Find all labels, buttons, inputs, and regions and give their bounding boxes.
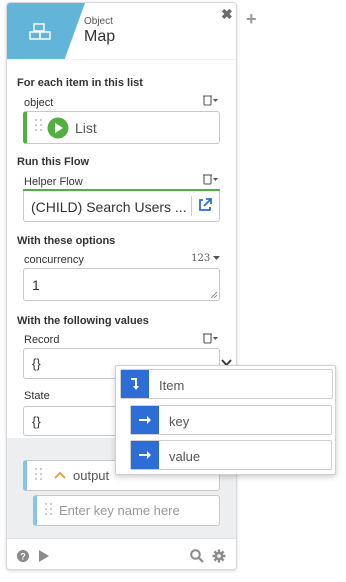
arrow-down-icon	[121, 370, 149, 398]
chevron-up-icon[interactable]	[54, 471, 66, 479]
external-link-icon[interactable]	[197, 197, 213, 213]
help-icon[interactable]: ?	[17, 550, 29, 562]
state-label: State	[24, 390, 50, 402]
popup-item-value[interactable]: value	[130, 440, 332, 470]
output-key-input[interactable]: Enter key name here	[33, 495, 220, 526]
popup-item-label: key	[169, 414, 190, 429]
resize-handle-icon[interactable]	[210, 291, 217, 298]
trash-icon[interactable]	[202, 173, 220, 185]
node-footer: ?	[7, 538, 236, 569]
concurrency-input[interactable]: 1	[23, 268, 220, 301]
drag-handle-icon[interactable]	[35, 468, 43, 482]
drag-handle-icon[interactable]	[35, 119, 43, 133]
state-value: {}	[32, 414, 41, 429]
svg-text:?: ?	[20, 551, 26, 561]
node-type-label: Object	[84, 16, 113, 27]
options-section-title: With these options	[17, 235, 116, 247]
drag-handle-icon[interactable]	[45, 503, 53, 517]
play-icon[interactable]	[47, 117, 69, 139]
record-value: {}	[32, 356, 41, 371]
helper-flow-select[interactable]: (CHILD) Search Users ...	[23, 191, 220, 222]
popup-item-item[interactable]: Item	[120, 369, 333, 399]
number-type-label: 123	[191, 253, 211, 264]
object-field-label: object	[24, 97, 54, 109]
list-input[interactable]: List	[23, 111, 220, 144]
gear-icon[interactable]	[212, 549, 226, 563]
chevron-down-icon	[213, 99, 218, 102]
node-header: Object Map ✖	[7, 3, 236, 59]
node-title: Map	[84, 28, 116, 45]
object-field-controls[interactable]	[202, 94, 220, 109]
close-icon[interactable]: ✖	[221, 6, 233, 23]
chevron-down-icon	[213, 178, 218, 181]
add-icon[interactable]: +	[246, 9, 257, 30]
popup-item-label: value	[169, 449, 201, 464]
concurrency-value: 1	[32, 277, 40, 293]
search-icon[interactable]	[190, 549, 204, 563]
divider	[191, 196, 192, 216]
list-section-title: For each item in this list	[17, 77, 143, 89]
map-node-card: Object Map ✖ For each item in this list …	[6, 2, 237, 570]
object-icon	[29, 23, 51, 40]
helper-flow-value: (CHILD) Search Users ...	[31, 199, 187, 215]
arrow-right-icon	[131, 441, 159, 469]
record-controls[interactable]	[202, 332, 220, 347]
record-label: Record	[24, 334, 60, 346]
flow-section-title: Run this Flow	[17, 156, 90, 168]
popup-item-key[interactable]: key	[130, 405, 332, 435]
arrow-right-icon	[131, 406, 159, 434]
helper-flow-controls[interactable]	[202, 173, 220, 188]
play-icon[interactable]	[38, 550, 49, 562]
chevron-down-icon[interactable]	[213, 255, 220, 261]
chevron-down-icon	[213, 337, 218, 340]
list-value: List	[75, 120, 97, 136]
concurrency-label: concurrency	[24, 254, 84, 266]
trash-icon[interactable]	[202, 94, 220, 106]
popup-item-label: Item	[159, 378, 185, 393]
helper-flow-label: Helper Flow	[24, 176, 83, 188]
output-label: output	[73, 468, 110, 483]
concurrency-type-selector[interactable]: 123	[191, 253, 220, 264]
value-picker-popup: Item key value	[115, 365, 336, 475]
values-section-title: With the following values	[17, 315, 149, 327]
output-key-placeholder: Enter key name here	[59, 503, 180, 518]
trash-icon[interactable]	[202, 332, 220, 344]
